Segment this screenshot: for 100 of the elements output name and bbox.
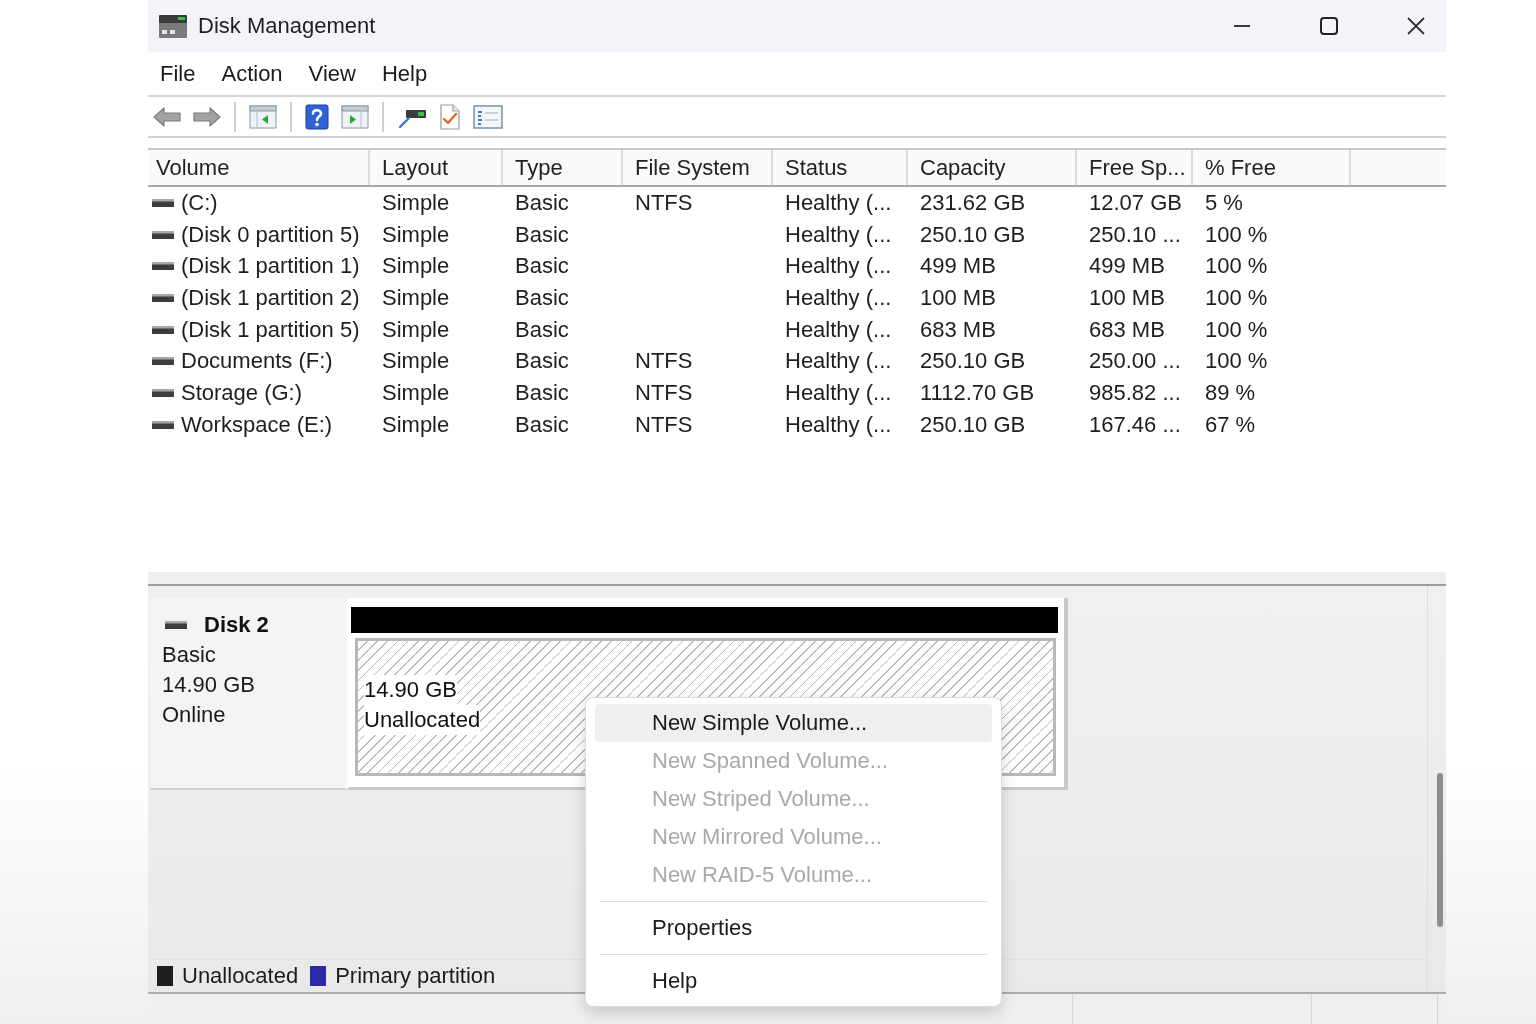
menu-item[interactable]: Action (212, 56, 292, 91)
column-header[interactable]: Volume (148, 150, 370, 185)
capacity-value: 250.10 GB (920, 410, 1026, 439)
status-value: Healthy (... (785, 410, 892, 439)
drive-icon (152, 420, 174, 429)
volume-name: Workspace (E:) (181, 410, 333, 439)
minimize-icon (1234, 24, 1250, 28)
help-icon (305, 103, 329, 130)
volume-name: Documents (F:) (181, 347, 333, 376)
window-title: Disk Management (198, 13, 376, 39)
free-space-value: 499 MB (1089, 252, 1165, 281)
volume-name: (Disk 1 partition 1) (181, 252, 360, 281)
drive-icon (152, 293, 174, 302)
scrollbar-thumb[interactable] (1437, 773, 1443, 927)
context-menu-item[interactable]: New Simple Volume... (595, 704, 992, 742)
free-space-value: 985.82 ... (1089, 378, 1181, 407)
legend-label: Unallocated (182, 963, 299, 989)
column-header[interactable]: Status (773, 150, 908, 185)
status-value: Healthy (... (785, 283, 892, 312)
column-header[interactable]: % Free (1193, 150, 1351, 185)
percent-free-value: 100 % (1205, 252, 1268, 281)
layout-value: Simple (382, 252, 450, 281)
capacity-value: 683 MB (920, 315, 996, 344)
free-space-value: 250.10 ... (1089, 220, 1181, 249)
status-value: Healthy (... (785, 347, 892, 376)
capacity-value: 100 MB (920, 283, 996, 312)
close-icon (1407, 17, 1425, 35)
status-value: Healthy (... (785, 220, 892, 249)
pane-splitter[interactable] (148, 572, 1446, 586)
percent-free-value: 100 % (1205, 220, 1268, 249)
free-space-value: 250.00 ... (1089, 347, 1181, 376)
volume-name: (C:) (181, 188, 218, 217)
layout-value: Simple (382, 378, 450, 407)
file-system-value: NTFS (635, 378, 693, 407)
capacity-value: 1112.70 GB (920, 378, 1035, 407)
type-value: Basic (515, 188, 569, 217)
drive-icon (152, 325, 174, 334)
free-space-value: 12.07 GB (1089, 188, 1182, 217)
status-value: Healthy (... (785, 378, 892, 407)
disk-type: Basic (162, 641, 216, 669)
percent-free-value: 100 % (1205, 347, 1268, 376)
drive-icon (152, 230, 174, 239)
capacity-value: 250.10 GB (920, 347, 1026, 376)
context-menu-item[interactable]: Properties (595, 909, 992, 947)
menu-item[interactable]: View (299, 56, 365, 91)
volume-name: (Disk 1 partition 5) (181, 315, 360, 344)
free-space-value: 167.46 ... (1089, 410, 1181, 439)
file-system-value: NTFS (635, 410, 693, 439)
layout-value: Simple (382, 220, 450, 249)
column-header[interactable]: Free Sp... (1077, 150, 1193, 185)
right-arrow-icon (193, 105, 221, 128)
drive-icon (152, 262, 174, 271)
maximize-icon (1320, 17, 1338, 35)
partition-size: 14.90 GB (364, 675, 457, 705)
layout-value: Simple (382, 410, 450, 439)
list-window-icon (473, 104, 503, 129)
file-system-value: NTFS (635, 347, 693, 376)
type-value: Basic (515, 220, 569, 249)
volume-name: (Disk 1 partition 2) (181, 283, 360, 312)
layout-value: Simple (382, 347, 450, 376)
free-space-value: 100 MB (1089, 283, 1165, 312)
status-value: Healthy (... (785, 188, 892, 217)
drive-icon (165, 621, 187, 629)
drive-icon (152, 357, 174, 366)
type-value: Basic (515, 315, 569, 344)
percent-free-value: 89 % (1205, 378, 1256, 407)
partition-label: Unallocated (364, 705, 481, 735)
drive-icon (152, 388, 174, 397)
column-header[interactable]: File System (623, 150, 773, 185)
menu-item[interactable]: Help (372, 56, 437, 91)
disk-info-panel[interactable]: Disk 2 Basic 14.90 GB Online (150, 598, 348, 790)
volume-name: (Disk 0 partition 5) (181, 220, 360, 249)
status-value: Healthy (... (785, 315, 892, 344)
type-value: Basic (515, 347, 569, 376)
percent-free-value: 5 % (1205, 188, 1243, 217)
document-check-icon (439, 103, 461, 130)
legend-label: Primary partition (335, 963, 496, 989)
drive-icon (158, 13, 188, 39)
layout-value: Simple (382, 283, 450, 312)
context-menu-item[interactable]: Help (595, 962, 992, 1000)
column-header[interactable]: Type (503, 150, 623, 185)
file-system-value: NTFS (635, 188, 693, 217)
drive-icon (152, 198, 174, 207)
layout-value: Simple (382, 188, 450, 217)
column-header[interactable]: Capacity (908, 150, 1077, 185)
percent-free-value: 100 % (1205, 283, 1268, 312)
free-space-value: 683 MB (1089, 315, 1165, 344)
column-header[interactable]: Layout (370, 150, 503, 185)
disk-name: Disk 2 (204, 611, 269, 639)
menu-item[interactable]: File (151, 56, 205, 91)
disk-status: Online (162, 701, 226, 729)
disk-size: 14.90 GB (162, 671, 255, 699)
layout-value: Simple (382, 315, 450, 344)
percent-free-value: 100 % (1205, 315, 1268, 344)
type-value: Basic (515, 410, 569, 439)
capacity-value: 250.10 GB (920, 220, 1026, 249)
percent-free-value: 67 % (1205, 410, 1256, 439)
capacity-value: 231.62 GB (920, 188, 1026, 217)
left-arrow-icon (153, 105, 181, 128)
volume-name: Storage (G:) (181, 378, 303, 407)
